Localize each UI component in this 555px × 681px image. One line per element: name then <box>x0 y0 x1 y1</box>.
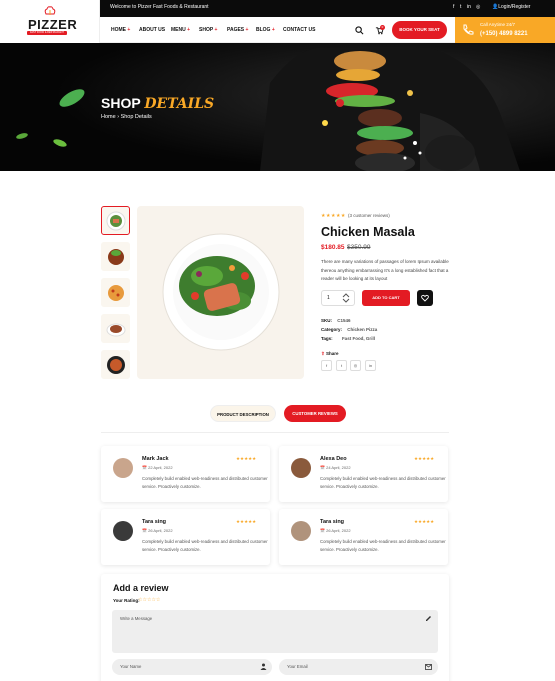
share-twitter-icon[interactable]: t <box>336 360 347 371</box>
cart-count-badge: 0 <box>380 25 385 30</box>
linkedin-icon[interactable]: in <box>467 4 471 10</box>
login-register-link[interactable]: 👤Login/Register <box>492 4 530 10</box>
product-thumbnail-2[interactable] <box>101 242 130 271</box>
page-banner <box>0 43 555 171</box>
twitter-icon[interactable]: t <box>460 4 461 10</box>
breadcrumb-current: Shop Details <box>120 114 152 120</box>
add-to-cart-button[interactable]: ADD TO CART <box>362 290 410 306</box>
product-title: Chicken Masala <box>321 225 415 239</box>
tab-product-description[interactable]: PRODUCT DESCRIPTION <box>210 405 276 422</box>
review-date: 📅 26 April, 2022 <box>142 528 173 533</box>
quantity-arrows-icon[interactable] <box>342 293 350 303</box>
review-date: 📅 26 April, 2022 <box>320 528 351 533</box>
share-label: ⇪ Share <box>321 351 339 356</box>
reviewer-name: Tara sing <box>142 519 167 525</box>
message-placeholder: Write a Message <box>120 616 153 621</box>
review-text: Completely build enabled web-readiness a… <box>320 539 446 552</box>
tags-row: Tags: Fast Food, Grill <box>321 336 375 341</box>
rating-input-stars[interactable]: ☆☆☆☆☆ <box>138 597 160 603</box>
wishlist-button[interactable] <box>417 290 433 306</box>
nav-item-contact[interactable]: CONTACT US <box>283 27 315 33</box>
review-date: 📅 24 April, 2022 <box>320 465 351 470</box>
review-date: 📅 22 April, 2022 <box>142 465 173 470</box>
review-text: Completely build enabled web-readiness a… <box>320 476 446 489</box>
brand-tagline: FAST FOOD & RESTAURANT <box>27 31 67 35</box>
facebook-icon[interactable]: f <box>453 4 454 10</box>
sku-row: SKU: C1546 <box>321 318 351 323</box>
tab-customer-reviews[interactable]: CUSTOMER REVIEWS <box>284 405 346 422</box>
review-text: Completely build enabled web-readiness a… <box>142 539 268 552</box>
product-price: $180.85 <box>321 244 345 251</box>
welcome-text: Welcome to Pizzer Fast Foods & Restauran… <box>110 4 209 10</box>
page-title: SHOP DETAILS <box>101 95 215 112</box>
review-stars: ★★★★★ <box>236 456 257 461</box>
nav-item-about[interactable]: ABOUT US <box>139 27 165 33</box>
review-stars: ★★★★★ <box>414 456 435 461</box>
product-rating-stars: ★★★★★ <box>321 213 346 219</box>
review-stars: ★★★★★ <box>236 519 257 524</box>
search-icon[interactable] <box>355 26 364 35</box>
user-icon <box>260 663 267 670</box>
mail-icon <box>425 664 432 670</box>
pencil-icon <box>426 616 431 621</box>
phone-icon <box>463 24 474 35</box>
message-textarea[interactable] <box>112 610 438 653</box>
brand-logo[interactable]: PIZZER <box>28 17 77 32</box>
share-instagram-icon[interactable]: ◎ <box>350 360 361 371</box>
chef-hat-icon <box>44 6 56 15</box>
product-main-image <box>137 206 304 379</box>
product-old-price: $350.99 <box>347 244 371 251</box>
rating-label: Your Rating: <box>113 598 140 603</box>
reviewer-name: Mark Jack <box>142 456 169 462</box>
avatar <box>291 521 311 541</box>
product-thumbnail-4[interactable] <box>101 314 130 343</box>
review-count[interactable]: (3 customer reviews) <box>348 213 390 218</box>
email-placeholder: Your Email <box>287 664 308 669</box>
avatar <box>113 521 133 541</box>
product-thumbnail-3[interactable] <box>101 278 130 307</box>
name-placeholder: Your Name <box>120 664 142 669</box>
avatar <box>113 458 133 478</box>
quantity-value[interactable]: 1 <box>327 295 330 301</box>
add-review-title: Add a review <box>113 583 169 593</box>
call-number[interactable]: (+150) 4899 8221 <box>480 31 528 37</box>
instagram-icon[interactable]: ◎ <box>476 4 480 10</box>
product-thumbnail-5[interactable] <box>101 350 130 379</box>
nav-item-menu[interactable]: MENU + <box>171 27 190 33</box>
nav-item-pages[interactable]: PAGES + <box>227 27 248 33</box>
share-facebook-icon[interactable]: f <box>321 360 332 371</box>
reviewer-name: Alexa Deo <box>320 456 347 462</box>
review-stars: ★★★★★ <box>414 519 435 524</box>
banner-food-image <box>0 43 555 171</box>
nav-item-home[interactable]: HOME + <box>111 27 130 33</box>
reviewer-name: Tara sing <box>320 519 345 525</box>
category-row: Category: Chicken Pizza <box>321 327 378 332</box>
breadcrumb: Home › Shop Details <box>101 114 152 120</box>
breadcrumb-home[interactable]: Home <box>101 114 116 120</box>
nav-item-blog[interactable]: BLOG + <box>256 27 275 33</box>
nav-item-shop[interactable]: SHOP + <box>199 27 217 33</box>
share-linkedin-icon[interactable]: in <box>365 360 376 371</box>
product-thumbnail-1[interactable] <box>101 206 130 235</box>
share-icon: ⇪ <box>321 351 325 356</box>
call-label: Call Anytime 24/7 <box>480 22 516 27</box>
book-seat-button[interactable]: BOOK YOUR SEAT <box>392 21 447 39</box>
product-description: There are many variations of passages of… <box>321 259 449 281</box>
divider <box>101 432 449 433</box>
review-text: Completely build enabled web-readiness a… <box>142 476 268 489</box>
heart-icon <box>421 294 429 302</box>
avatar <box>291 458 311 478</box>
